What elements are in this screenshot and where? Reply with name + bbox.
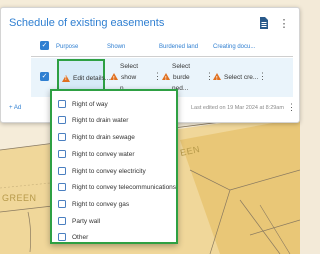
- option-right-to-convey-water[interactable]: Right to convey water: [58, 147, 135, 161]
- burdened-line-2: burde: [162, 72, 190, 85]
- option-right-to-convey-electricity[interactable]: Right to convey electricity: [58, 164, 146, 178]
- warning-icon: [62, 74, 70, 82]
- shown-line-1: Select: [120, 63, 139, 70]
- option-right-of-way[interactable]: Right of way: [58, 97, 108, 111]
- option-party-wall[interactable]: Party wall: [58, 214, 100, 228]
- header-creating-document[interactable]: Creating docu...: [213, 44, 255, 50]
- checkbox[interactable]: [58, 116, 66, 124]
- header-burdened-land[interactable]: Burdened land: [159, 44, 198, 50]
- checkbox[interactable]: [58, 217, 66, 225]
- creating-cell-menu-icon[interactable]: ⋮: [258, 71, 267, 82]
- checkbox[interactable]: [58, 133, 66, 141]
- map-label-green: GREEN: [2, 193, 37, 203]
- header-purpose[interactable]: Purpose: [56, 44, 78, 50]
- add-easement-link[interactable]: + Ad: [9, 105, 21, 111]
- more-options-icon[interactable]: ⋮: [277, 16, 291, 30]
- checkbox[interactable]: [58, 183, 66, 191]
- warning-icon: [110, 73, 118, 85]
- warning-icon: [162, 73, 170, 85]
- checkbox[interactable]: [58, 100, 66, 108]
- panel-title: Schedule of existing easements: [9, 17, 165, 29]
- checkbox[interactable]: [58, 233, 66, 241]
- select-all-checkbox[interactable]: ✓: [40, 41, 49, 50]
- creating-document-cell[interactable]: Select cre...: [213, 72, 258, 85]
- shown-line-2: show: [110, 72, 138, 85]
- table-header-row: ✓ Purpose Shown Burdened land Creating d…: [31, 39, 293, 57]
- checkbox[interactable]: [58, 167, 66, 175]
- burdened-line-1: Select: [172, 63, 191, 70]
- row-checkbox[interactable]: ✓: [40, 72, 49, 81]
- shown-cell-menu-icon[interactable]: ⋮: [153, 71, 162, 82]
- option-right-to-convey-telecommunications[interactable]: Right to convey telecommunications: [58, 180, 176, 194]
- option-right-to-convey-gas[interactable]: Right to convey gas: [58, 197, 129, 211]
- purpose-dropdown: Right of way Right to drain water Right …: [50, 89, 178, 244]
- warning-icon: [213, 73, 221, 85]
- header-shown[interactable]: Shown: [107, 44, 125, 50]
- last-edited-text: Last edited on 19 Mar 2024 at 8:29am: [191, 105, 284, 111]
- document-icon[interactable]: [257, 16, 271, 30]
- option-right-to-drain-sewage[interactable]: Right to drain sewage: [58, 130, 135, 144]
- checkbox[interactable]: [58, 150, 66, 158]
- burdened-cell-menu-icon[interactable]: ⋮: [205, 71, 214, 82]
- purpose-cell-label: Edit details...: [73, 74, 111, 82]
- panel-header: Schedule of existing easements ⋮: [1, 8, 299, 38]
- option-other[interactable]: Other: [58, 230, 88, 244]
- checkbox[interactable]: [58, 200, 66, 208]
- footer-more-options-icon[interactable]: ⋮: [287, 102, 296, 113]
- option-right-to-drain-water[interactable]: Right to drain water: [58, 113, 128, 127]
